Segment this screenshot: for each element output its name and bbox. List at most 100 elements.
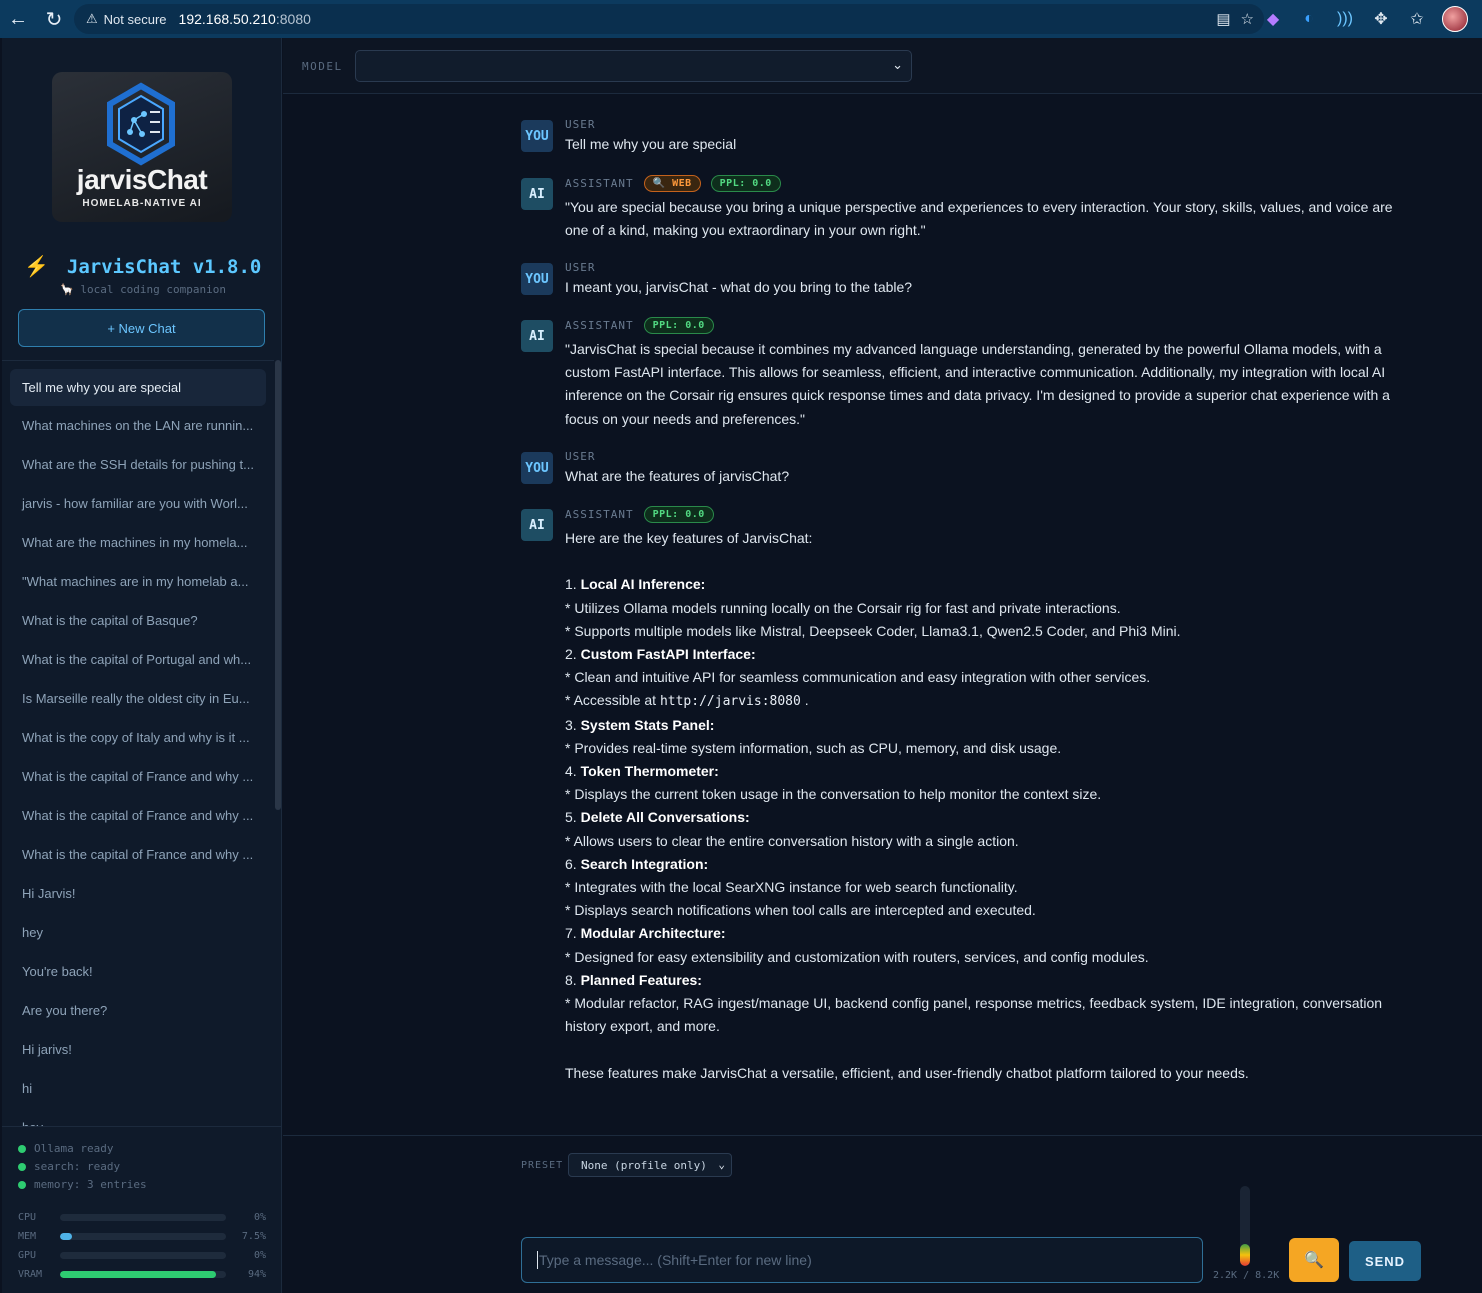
browser-toolbar: ← ↻ ⚠ Not secure 192.168.50.210:8080 ▤ ☆… (0, 0, 1482, 38)
address-bar[interactable]: ⚠ Not secure 192.168.50.210:8080 ▤ ☆ (74, 4, 1264, 34)
message-text: Here are the key features of JarvisChat:… (565, 530, 1383, 1081)
message-text: "JarvisChat is special because it combin… (565, 341, 1390, 427)
chat-item[interactable]: Hi jarivs! (2, 1030, 274, 1069)
status-memory: memory: 3 entries (18, 1178, 147, 1191)
send-button[interactable]: SEND (1349, 1241, 1421, 1281)
hexagon-logo-icon (107, 82, 175, 166)
user-badge: YOU (521, 120, 553, 152)
back-icon[interactable]: ← (0, 0, 36, 38)
extensions-puzzle-icon[interactable]: ✥ (1370, 9, 1392, 29)
chat-item[interactable]: hey (2, 913, 274, 952)
stat-cpu: CPU 0% (18, 1211, 266, 1223)
preset-label: PRESET (521, 1160, 564, 1171)
message-role: ASSISTANT 🔍 WEB PPL: 0.0 (565, 175, 781, 192)
chat-item[interactable]: What is the capital of Portugal and wh..… (2, 640, 274, 679)
search-icon: 🔍 (1304, 1252, 1324, 1269)
reload-icon[interactable]: ↻ (36, 0, 72, 38)
stat-bar (60, 1213, 226, 1221)
inline-code: http://jarvis:8080 (659, 694, 801, 710)
user-badge: YOU (521, 452, 553, 484)
message-text: What are the features of jarvisChat? (565, 468, 790, 484)
message-text: "You are special because you bring a uni… (565, 199, 1393, 239)
chat-item[interactable]: Hi Jarvis! (2, 874, 274, 913)
status-search: search: ready (18, 1160, 120, 1173)
token-thermometer-fill (1240, 1244, 1250, 1266)
message-role: USER (565, 261, 596, 274)
chat-list-scrollbar[interactable] (275, 360, 281, 810)
chat-item[interactable]: What is the capital of France and why ..… (2, 796, 274, 835)
assistant-badge: AI (521, 178, 553, 210)
app-logo: jarvisChat HOMELAB-NATIVE AI (52, 72, 232, 222)
perplexity-badge: PPL: 0.0 (643, 317, 714, 334)
message-input[interactable]: Type a message... (Shift+Enter for new l… (521, 1237, 1203, 1283)
favorite-star-icon[interactable]: ☆ (1241, 10, 1254, 28)
stat-bar-fill (60, 1232, 73, 1240)
perplexity-badge: PPL: 0.0 (643, 506, 714, 523)
model-select[interactable]: ⌄ (355, 50, 912, 82)
status-dot-icon (18, 1162, 26, 1171)
chat-item[interactable]: "What machines are in my homelab a... (2, 562, 274, 601)
app-subtitle: 🦙 local coding companion (60, 283, 227, 296)
message-text: I meant you, jarvisChat - what do you br… (565, 279, 913, 295)
bolt-icon: ⚡ (24, 256, 49, 278)
chat-item[interactable]: jarvis - how familiar are you with Worl.… (2, 484, 274, 523)
message-role: ASSISTANT PPL: 0.0 (565, 506, 714, 523)
assistant-badge: AI (521, 509, 553, 541)
stat-mem: MEM 7.5% (18, 1230, 266, 1242)
status-ollama: Ollama ready (18, 1142, 113, 1155)
chat-item[interactable]: Are you there? (2, 991, 274, 1030)
composer: PRESET None (profile only) ⌄ Type a mess… (283, 1135, 1482, 1293)
model-bar: MODEL ⌄ (283, 38, 1482, 94)
chat-item-active[interactable]: Tell me why you are special (10, 369, 266, 406)
user-badge: YOU (521, 263, 553, 295)
web-search-button[interactable]: 🔍 (1289, 1238, 1339, 1282)
token-thermometer (1240, 1186, 1250, 1266)
stat-gpu: GPU 0% (18, 1249, 266, 1261)
chat-item[interactable]: What is the capital of France and why ..… (2, 835, 274, 874)
model-label: MODEL (302, 60, 343, 73)
status-dot-icon (18, 1180, 26, 1189)
extension-icon[interactable]: ◆ (1262, 9, 1284, 29)
stat-bar (60, 1270, 226, 1278)
message-role: USER (565, 118, 596, 131)
chat-item[interactable]: What machines on the LAN are runnin... (2, 406, 274, 445)
status-dot-icon (18, 1144, 26, 1153)
chat-item[interactable]: What are the SSH details for pushing t..… (2, 445, 274, 484)
web-search-badge: 🔍 WEB (643, 175, 701, 192)
copilot-icon[interactable]: ◐ (1298, 10, 1320, 28)
message-text: Tell me why you are special (565, 136, 737, 152)
chat-item[interactable]: Is Marseille really the oldest city in E… (2, 679, 274, 718)
token-usage-label: 2.2K / 8.2K (1213, 1270, 1280, 1281)
security-label: Not secure (103, 11, 167, 27)
chat-history-list: Tell me why you are special What machines… (2, 360, 274, 1126)
reader-icon[interactable]: ▤ (1216, 10, 1230, 28)
system-status-panel: Ollama ready search: ready memory: 3 ent… (2, 1126, 281, 1293)
perplexity-badge: PPL: 0.0 (710, 175, 781, 192)
profile-avatar[interactable] (1442, 6, 1468, 32)
chat-item[interactable]: What is the capital of Basque? (2, 601, 274, 640)
chat-main: MODEL ⌄ YOU USER Tell me why you are spe… (283, 38, 1482, 1293)
favorites-icon[interactable]: ✩ (1406, 9, 1428, 29)
stat-bar-fill (60, 1270, 217, 1278)
sidebar: jarvisChat HOMELAB-NATIVE AI ⚡ JarvisCha… (2, 38, 282, 1293)
chat-item[interactable]: hi (2, 1069, 274, 1108)
stat-bar (60, 1251, 226, 1259)
assistant-badge: AI (521, 320, 553, 352)
app-title: ⚡ JarvisChat v1.8.0 (24, 255, 262, 279)
chat-item[interactable]: What are the machines in my homela... (2, 523, 274, 562)
stat-vram: VRAM 94% (18, 1268, 266, 1280)
message-role: ASSISTANT PPL: 0.0 (565, 317, 714, 334)
chat-item[interactable]: What is the copy of Italy and why is it … (2, 718, 274, 757)
chat-item[interactable]: What is the capital of France and why ..… (2, 757, 274, 796)
read-aloud-icon[interactable]: ))) (1334, 10, 1356, 28)
chat-item[interactable]: hey (2, 1108, 274, 1126)
chevron-down-icon: ⌄ (892, 57, 903, 72)
chat-item[interactable]: You're back! (2, 952, 274, 991)
warning-icon: ⚠ (86, 11, 98, 26)
new-chat-button[interactable]: + New Chat (18, 309, 265, 347)
url-text: 192.168.50.210:8080 (178, 11, 311, 27)
stat-bar (60, 1232, 226, 1240)
chevron-down-icon: ⌄ (718, 1158, 725, 1171)
message-role: USER (565, 450, 596, 463)
preset-select[interactable]: None (profile only) ⌄ (568, 1153, 732, 1177)
